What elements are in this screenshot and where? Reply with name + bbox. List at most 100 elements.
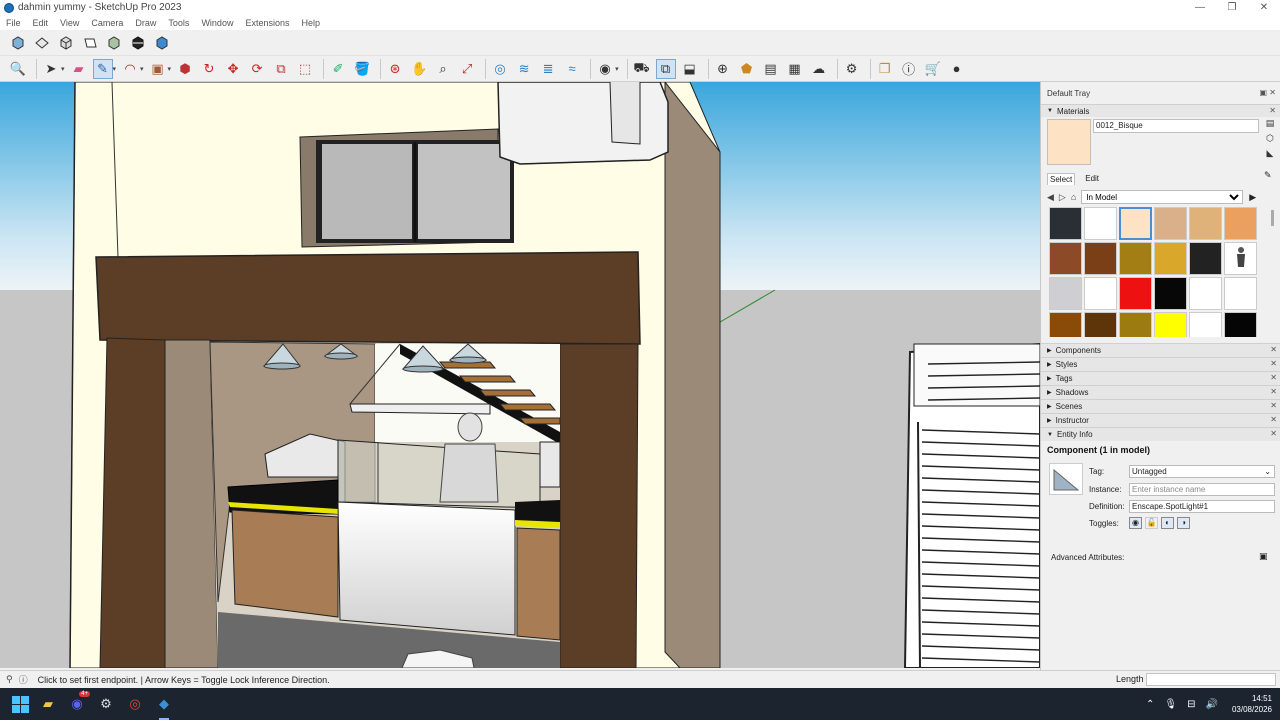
rotate-icon[interactable]: ⟳ (247, 59, 267, 79)
tab-select[interactable]: Select (1047, 173, 1076, 185)
back-arrow-icon[interactable]: ◀ (1047, 192, 1054, 203)
chevron-up-icon[interactable]: ⌃ (1146, 699, 1154, 710)
panel-styles[interactable]: ▶ Styles ✕ (1041, 357, 1280, 371)
material-swatch[interactable] (1049, 242, 1082, 275)
menu-view[interactable]: View (60, 18, 79, 28)
chevron-down-icon[interactable]: ▾ (615, 65, 619, 73)
material-swatch[interactable] (1189, 312, 1222, 337)
clock[interactable]: 14:51 03/08/2026 (1232, 693, 1272, 715)
length-input[interactable] (1146, 673, 1276, 686)
trimble-connect-icon[interactable]: ▤ (761, 59, 781, 79)
info-icon[interactable]: ⓘ (899, 59, 919, 79)
material-swatch[interactable] (1189, 242, 1222, 275)
zoom-icon[interactable]: 🔍 (8, 59, 28, 79)
close-icon[interactable]: ✕ (1270, 359, 1277, 368)
minimize-button[interactable]: — (1184, 0, 1216, 15)
material-swatch[interactable] (1084, 277, 1117, 310)
tag-select[interactable]: Untagged ⌄ (1129, 465, 1275, 478)
follow-me-icon[interactable]: ↻ (199, 59, 219, 79)
discord-icon[interactable]: ◉ 4+ (67, 691, 90, 714)
menu-file[interactable]: File (6, 18, 21, 28)
profile-icon[interactable]: ● (947, 59, 967, 79)
material-swatch[interactable] (1119, 312, 1152, 337)
push-pull-icon[interactable]: ⬢ (175, 59, 195, 79)
pencil-icon[interactable]: ✎ (92, 58, 113, 79)
material-swatch[interactable] (1224, 242, 1257, 275)
menu-window[interactable]: Window (201, 18, 233, 28)
cast-shadows-icon[interactable]: ◑ (1177, 517, 1190, 529)
sample-paint-icon[interactable]: ◣ (1263, 148, 1277, 159)
material-swatch[interactable] (1154, 312, 1187, 337)
close-icon[interactable]: ✕ (1270, 387, 1277, 396)
material-swatch[interactable] (1224, 312, 1257, 337)
close-icon[interactable]: ✕ (1270, 415, 1277, 424)
right-view-icon[interactable] (80, 33, 100, 53)
section-cuts-icon[interactable]: ≣ (538, 59, 558, 79)
chevron-down-icon[interactable]: ▾ (61, 65, 65, 73)
iso-view-icon[interactable] (8, 33, 28, 53)
zoom-window-icon[interactable]: ⌕ (433, 59, 453, 79)
warehouse-icon[interactable]: ⛟ (632, 59, 652, 79)
collection-select[interactable]: In Model (1081, 190, 1244, 204)
model-viewport[interactable] (0, 82, 1040, 668)
material-swatch[interactable] (1119, 277, 1152, 310)
materials-panel-header[interactable]: ▼ Materials ✕ (1041, 104, 1280, 117)
geolocation-icon[interactable]: ⚲ (6, 674, 13, 685)
lock-toggle-icon[interactable]: 🔓 (1145, 517, 1158, 529)
sketchup-icon[interactable]: ◆ (154, 694, 174, 720)
close-icon[interactable]: ✕ (1270, 345, 1277, 354)
close-icon[interactable]: ✕ (1269, 106, 1276, 115)
geo-icon[interactable]: ⬓ (680, 59, 700, 79)
material-swatch[interactable] (1084, 242, 1117, 275)
definition-input[interactable]: Enscape.SpotLight#1 (1129, 500, 1275, 513)
cloud-icon[interactable]: ☁ (809, 59, 829, 79)
top-view-icon[interactable] (32, 33, 52, 53)
volume-icon[interactable]: 🔊 (1206, 699, 1218, 710)
layout-icon[interactable]: ⊕ (713, 59, 733, 79)
microphone-icon[interactable]: 🎙 (1164, 699, 1177, 710)
account-icon[interactable]: ◉ (595, 59, 615, 79)
chrome-icon[interactable]: ◎ (125, 694, 145, 714)
material-swatch[interactable] (1224, 277, 1257, 310)
instance-name-input[interactable]: Enter instance name (1129, 483, 1275, 496)
panel-scenes[interactable]: ▶ Scenes ✕ (1041, 399, 1280, 413)
material-swatch[interactable] (1189, 277, 1222, 310)
style-builder-icon[interactable]: ⬟ (737, 59, 757, 79)
close-button[interactable]: ✕ (1248, 0, 1280, 15)
menu-edit[interactable]: Edit (33, 18, 49, 28)
panel-components[interactable]: ▶ Components ✕ (1041, 343, 1280, 357)
material-swatch[interactable] (1224, 207, 1257, 240)
folder-icon[interactable]: ❐ (875, 59, 895, 79)
cart-icon[interactable]: 🛒 (923, 59, 943, 79)
file-explorer-icon[interactable]: ▰ (38, 694, 58, 714)
section-fill-icon[interactable]: ≈ (562, 59, 582, 79)
tab-edit[interactable]: Edit (1083, 173, 1101, 185)
visible-toggle-icon[interactable]: ◉ (1129, 517, 1142, 529)
panel-instructor[interactable]: ▶ Instructor ✕ (1041, 413, 1280, 427)
receive-shadows-icon[interactable]: ◐ (1161, 517, 1174, 529)
offset-icon[interactable]: ⬚ (295, 59, 315, 79)
material-swatch[interactable] (1189, 207, 1222, 240)
section-plane-icon[interactable]: ◎ (490, 59, 510, 79)
material-swatch[interactable] (1049, 312, 1082, 337)
create-material-icon[interactable]: ▤ (1263, 118, 1277, 129)
material-swatch[interactable] (1119, 242, 1152, 275)
eraser-icon[interactable]: ▰ (69, 59, 89, 79)
material-swatch[interactable] (1119, 207, 1152, 240)
extension-icon[interactable]: ⧉ (655, 58, 676, 79)
info-icon[interactable]: ⓘ (19, 673, 28, 686)
settings-icon[interactable]: ⚙ (842, 59, 862, 79)
chevron-down-icon[interactable]: ▾ (140, 65, 144, 73)
network-icon[interactable]: ⊟ (1187, 699, 1195, 710)
orbit-icon[interactable]: ⊛ (385, 59, 405, 79)
close-icon[interactable]: ✕ (1270, 429, 1277, 438)
bottom-view-icon[interactable] (152, 33, 172, 53)
menu-tools[interactable]: Tools (168, 18, 189, 28)
maximize-button[interactable]: ❐ (1216, 0, 1248, 15)
material-name-field[interactable]: 0012_Bisque (1093, 119, 1259, 133)
material-swatch[interactable] (1154, 277, 1187, 310)
material-swatch[interactable] (1154, 242, 1187, 275)
details-arrow-icon[interactable]: ▶ (1249, 192, 1256, 203)
scene-canvas[interactable] (0, 82, 1040, 668)
menu-camera[interactable]: Camera (91, 18, 123, 28)
